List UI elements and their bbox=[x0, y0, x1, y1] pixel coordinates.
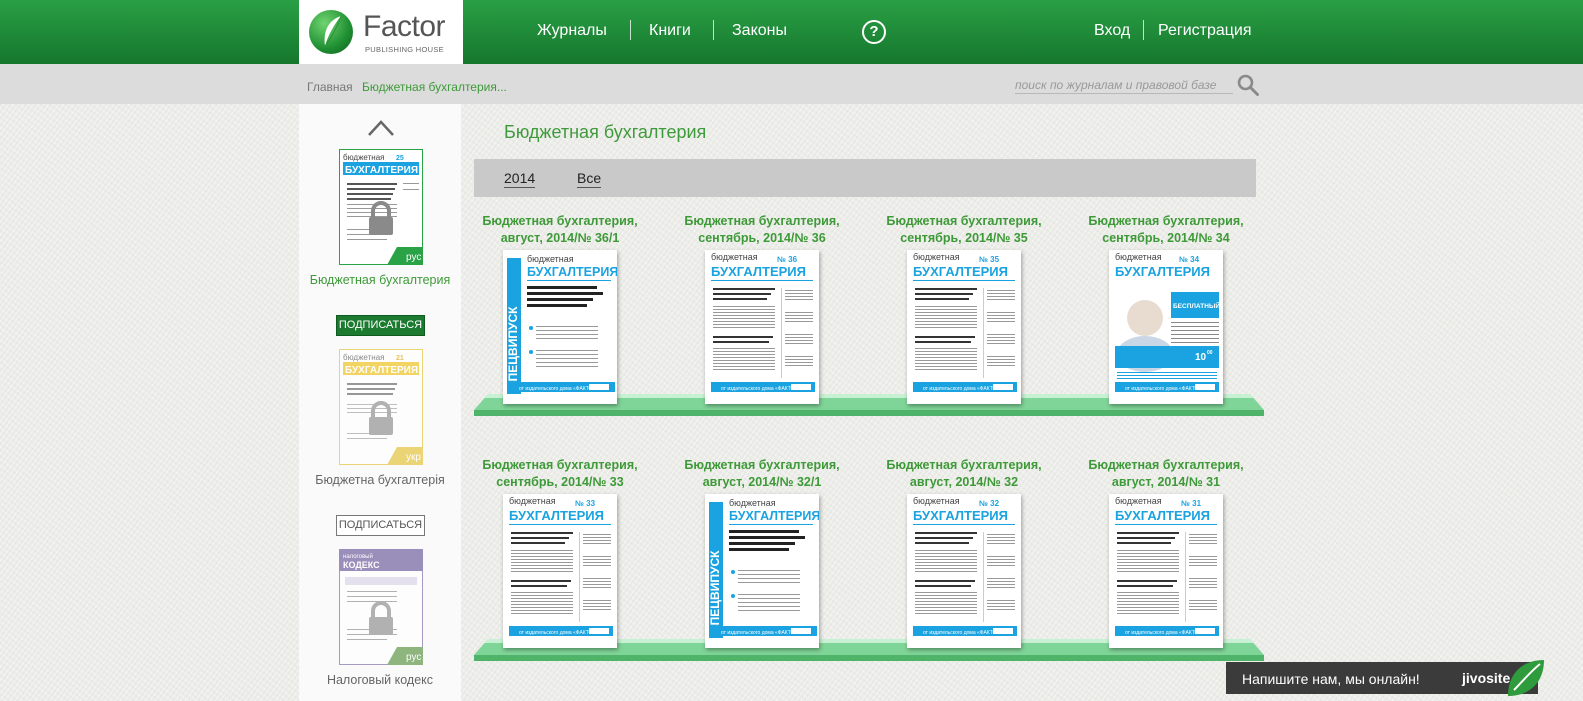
cover-footer: от издательского дома «ФАКТОР» bbox=[721, 386, 800, 392]
issue-title[interactable]: Бюджетная бухгалтерия, сентябрь, 2014/№ 3… bbox=[460, 457, 660, 491]
factor-logo[interactable]: Factor PUBLISHING HOUSE bbox=[299, 0, 463, 64]
svg-text:КОДЕКС: КОДЕКС bbox=[343, 560, 380, 570]
issue-title[interactable]: Бюджетная бухгалтерия, август, 2014/№ 31 bbox=[1066, 457, 1266, 491]
filter-year-2014[interactable]: 2014 bbox=[504, 170, 536, 188]
promo-time: 10 bbox=[1195, 352, 1207, 363]
cover-brand-top: бюджетная bbox=[343, 353, 384, 362]
promo-label: БЕСПЛАТНЫЙ bbox=[1173, 301, 1220, 310]
svg-text:налоговый: налоговый bbox=[343, 553, 373, 560]
nav-divider bbox=[1143, 20, 1144, 40]
cover-brand-top: бюджетная bbox=[729, 498, 776, 508]
sidebar-cover-tax-code[interactable]: налоговый КОДЕКС рус bbox=[339, 549, 423, 665]
special-issue-label: СПЕЦВИПУСК bbox=[506, 306, 520, 390]
cover-brand-main: БУХГАЛТЕРИЯ bbox=[1115, 264, 1210, 279]
breadcrumb-current: Бюджетная бухгалтерия... bbox=[362, 80, 507, 94]
issue-cover[interactable]: бюджетная № 31 БУХГАЛТЕРИЯ от издательского… bbox=[1109, 494, 1223, 648]
cover-footer: от издательского дома «ФАКТОР» bbox=[1125, 630, 1204, 636]
cover-number: 25 bbox=[396, 155, 404, 162]
issue-title[interactable]: Бюджетная бухгалтерия, сентябрь, 2014/№ 3… bbox=[864, 213, 1064, 247]
svg-text:№ 36: № 36 bbox=[777, 255, 798, 264]
cover-brand-main: БУХГАЛТЕРИЯ bbox=[1115, 508, 1210, 523]
svg-text:№ 35: № 35 bbox=[979, 255, 1000, 264]
breadcrumb-home[interactable]: Главная bbox=[307, 80, 353, 94]
sidebar-title-budget-rus[interactable]: Бюджетная бухгалтерия bbox=[299, 272, 461, 288]
search-input[interactable] bbox=[1015, 76, 1233, 94]
issue-cover[interactable]: СПЕЦВИПУСК бюджетная БУХГАЛТЕРИЯ от издател… bbox=[705, 494, 820, 648]
cover-footer: от издательского дома «ФАКТОР» bbox=[519, 630, 598, 636]
chat-widget[interactable]: Напишите нам, мы онлайн! jivosite bbox=[1226, 662, 1538, 694]
chat-leaf-icon[interactable] bbox=[1504, 658, 1546, 698]
logo-wordmark: Factor bbox=[363, 10, 446, 43]
page-title: Бюджетная бухгалтерия bbox=[504, 122, 707, 142]
subscribe-button-rus[interactable]: ПОДПИСАТЬСЯ bbox=[336, 315, 425, 336]
cover-lang-badge: рус bbox=[406, 652, 421, 663]
cover-brand-main: БУХГАЛТЕРИЯ bbox=[345, 165, 418, 176]
issue-title[interactable]: Бюджетная бухгалтерия, август, 2014/№ 32/… bbox=[662, 457, 862, 491]
svg-text:№ 31: № 31 bbox=[1181, 499, 1202, 508]
cover-brand-main: БУХГАЛТЕРИЯ bbox=[913, 264, 1008, 279]
issue-cover[interactable]: бюджетная № 35 БУХГАЛТЕРИЯ от издательского… bbox=[907, 250, 1021, 404]
cover-brand-main: БУХГАЛТЕРИЯ bbox=[527, 265, 617, 279]
help-icon[interactable]: ? bbox=[862, 20, 886, 44]
nav-divider bbox=[630, 20, 631, 40]
nav-laws[interactable]: Законы bbox=[732, 22, 787, 40]
svg-text:№ 34: № 34 bbox=[1179, 255, 1200, 264]
issue-title[interactable]: Бюджетная бухгалтерия, сентябрь, 2014/№ 3… bbox=[1066, 213, 1266, 247]
svg-text:№ 32: № 32 bbox=[979, 499, 1000, 508]
login-link[interactable]: Вход bbox=[1094, 22, 1130, 40]
issue-cover[interactable]: бюджетная № 34 БУХГАЛТЕРИЯ БЕСПЛАТНЫЙ 10 00 от… bbox=[1109, 250, 1223, 404]
sidebar-title-tax-code[interactable]: Налоговый кодекс bbox=[299, 672, 461, 688]
breadcrumb-bar bbox=[0, 64, 1583, 104]
cover-brand-top: бюджетная bbox=[527, 254, 574, 264]
nav-books[interactable]: Книги bbox=[649, 22, 691, 40]
cover-brand-top: бюджетная bbox=[913, 252, 960, 262]
cover-lang-badge: укр bbox=[406, 452, 421, 463]
cover-number: 21 bbox=[396, 355, 404, 362]
nav-divider bbox=[713, 20, 714, 40]
cover-brand-main: БУХГАЛТЕРИЯ bbox=[509, 508, 604, 523]
search-icon[interactable] bbox=[1236, 73, 1260, 97]
scroll-up-icon[interactable] bbox=[366, 117, 396, 139]
filter-all[interactable]: Все bbox=[577, 170, 602, 188]
cover-footer: от издательского дома «ФАКТОР» bbox=[519, 386, 598, 392]
issue-cover[interactable]: бюджетная № 32 БУХГАЛТЕРИЯ от издательского… bbox=[907, 494, 1021, 648]
issue-cover[interactable]: бюджетная № 36 БУХГАЛТЕРИЯ от издательского… bbox=[705, 250, 819, 404]
feather-icon bbox=[324, 15, 342, 47]
issue-title[interactable]: Бюджетная бухгалтерия, сентябрь, 2014/№ 3… bbox=[662, 213, 862, 247]
sidebar-cover-budget-ukr[interactable]: бюджетная 21 БУХГАЛТЕРИЯ укр bbox=[339, 349, 423, 465]
issue-cover[interactable]: СПЕЦВИПУСК бюджетная БУХГАЛТЕРИЯ от издател… bbox=[503, 250, 618, 404]
sidebar-title-budget-ukr[interactable]: Бюджетна бухгалтерія bbox=[299, 472, 461, 488]
nav-journals[interactable]: Журналы bbox=[537, 22, 607, 40]
cover-brand-main: БУХГАЛТЕРИЯ bbox=[913, 508, 1008, 523]
chat-text: Напишите нам, мы онлайн! bbox=[1242, 671, 1420, 687]
issue-cover[interactable]: бюджетная № 33 БУХГАЛТЕРИЯ от издательского… bbox=[503, 494, 617, 648]
logo-subtitle: PUBLISHING HOUSE bbox=[365, 45, 444, 54]
cover-footer: от издательского дома «ФАКТОР» bbox=[1125, 386, 1204, 392]
special-issue-label: СПЕЦВИПУСК bbox=[708, 550, 722, 634]
cover-brand-top: бюджетная bbox=[913, 496, 960, 506]
cover-brand-main: БУХГАЛТЕРИЯ bbox=[345, 365, 418, 376]
cover-lang-badge: рус bbox=[406, 252, 421, 263]
cover-brand-main: БУХГАЛТЕРИЯ bbox=[729, 509, 819, 523]
sidebar-cover-budget-rus[interactable]: бюджетная 25 БУХГАЛТЕРИЯ рус bbox=[339, 149, 423, 265]
cover-brand-top: бюджетная bbox=[1115, 496, 1162, 506]
cover-brand-main: БУХГАЛТЕРИЯ bbox=[711, 264, 806, 279]
cover-footer: от издательского дома «ФАКТОР» bbox=[923, 630, 1002, 636]
jivosite-logo: jivosite bbox=[1462, 670, 1511, 686]
cover-brand-top: бюджетная bbox=[1115, 252, 1162, 262]
issue-title[interactable]: Бюджетная бухгалтерия, август, 2014/№ 36/… bbox=[460, 213, 660, 247]
promo-time-minutes: 00 bbox=[1207, 350, 1213, 356]
subscribe-button-ukr[interactable]: ПОДПИСАТЬСЯ bbox=[336, 515, 425, 536]
cover-brand-top: бюджетная bbox=[711, 252, 758, 262]
register-link[interactable]: Регистрация bbox=[1158, 22, 1252, 40]
cover-brand-top: бюджетная bbox=[343, 153, 384, 162]
cover-brand-top: бюджетная bbox=[509, 496, 556, 506]
cover-footer: от издательского дома «ФАКТОР» bbox=[923, 386, 1002, 392]
top-navigation-bar bbox=[0, 0, 1583, 64]
svg-text:№ 33: № 33 bbox=[575, 499, 596, 508]
issue-title[interactable]: Бюджетная бухгалтерия, август, 2014/№ 32 bbox=[864, 457, 1064, 491]
cover-footer: от издательского дома «ФАКТОР» bbox=[721, 630, 800, 636]
